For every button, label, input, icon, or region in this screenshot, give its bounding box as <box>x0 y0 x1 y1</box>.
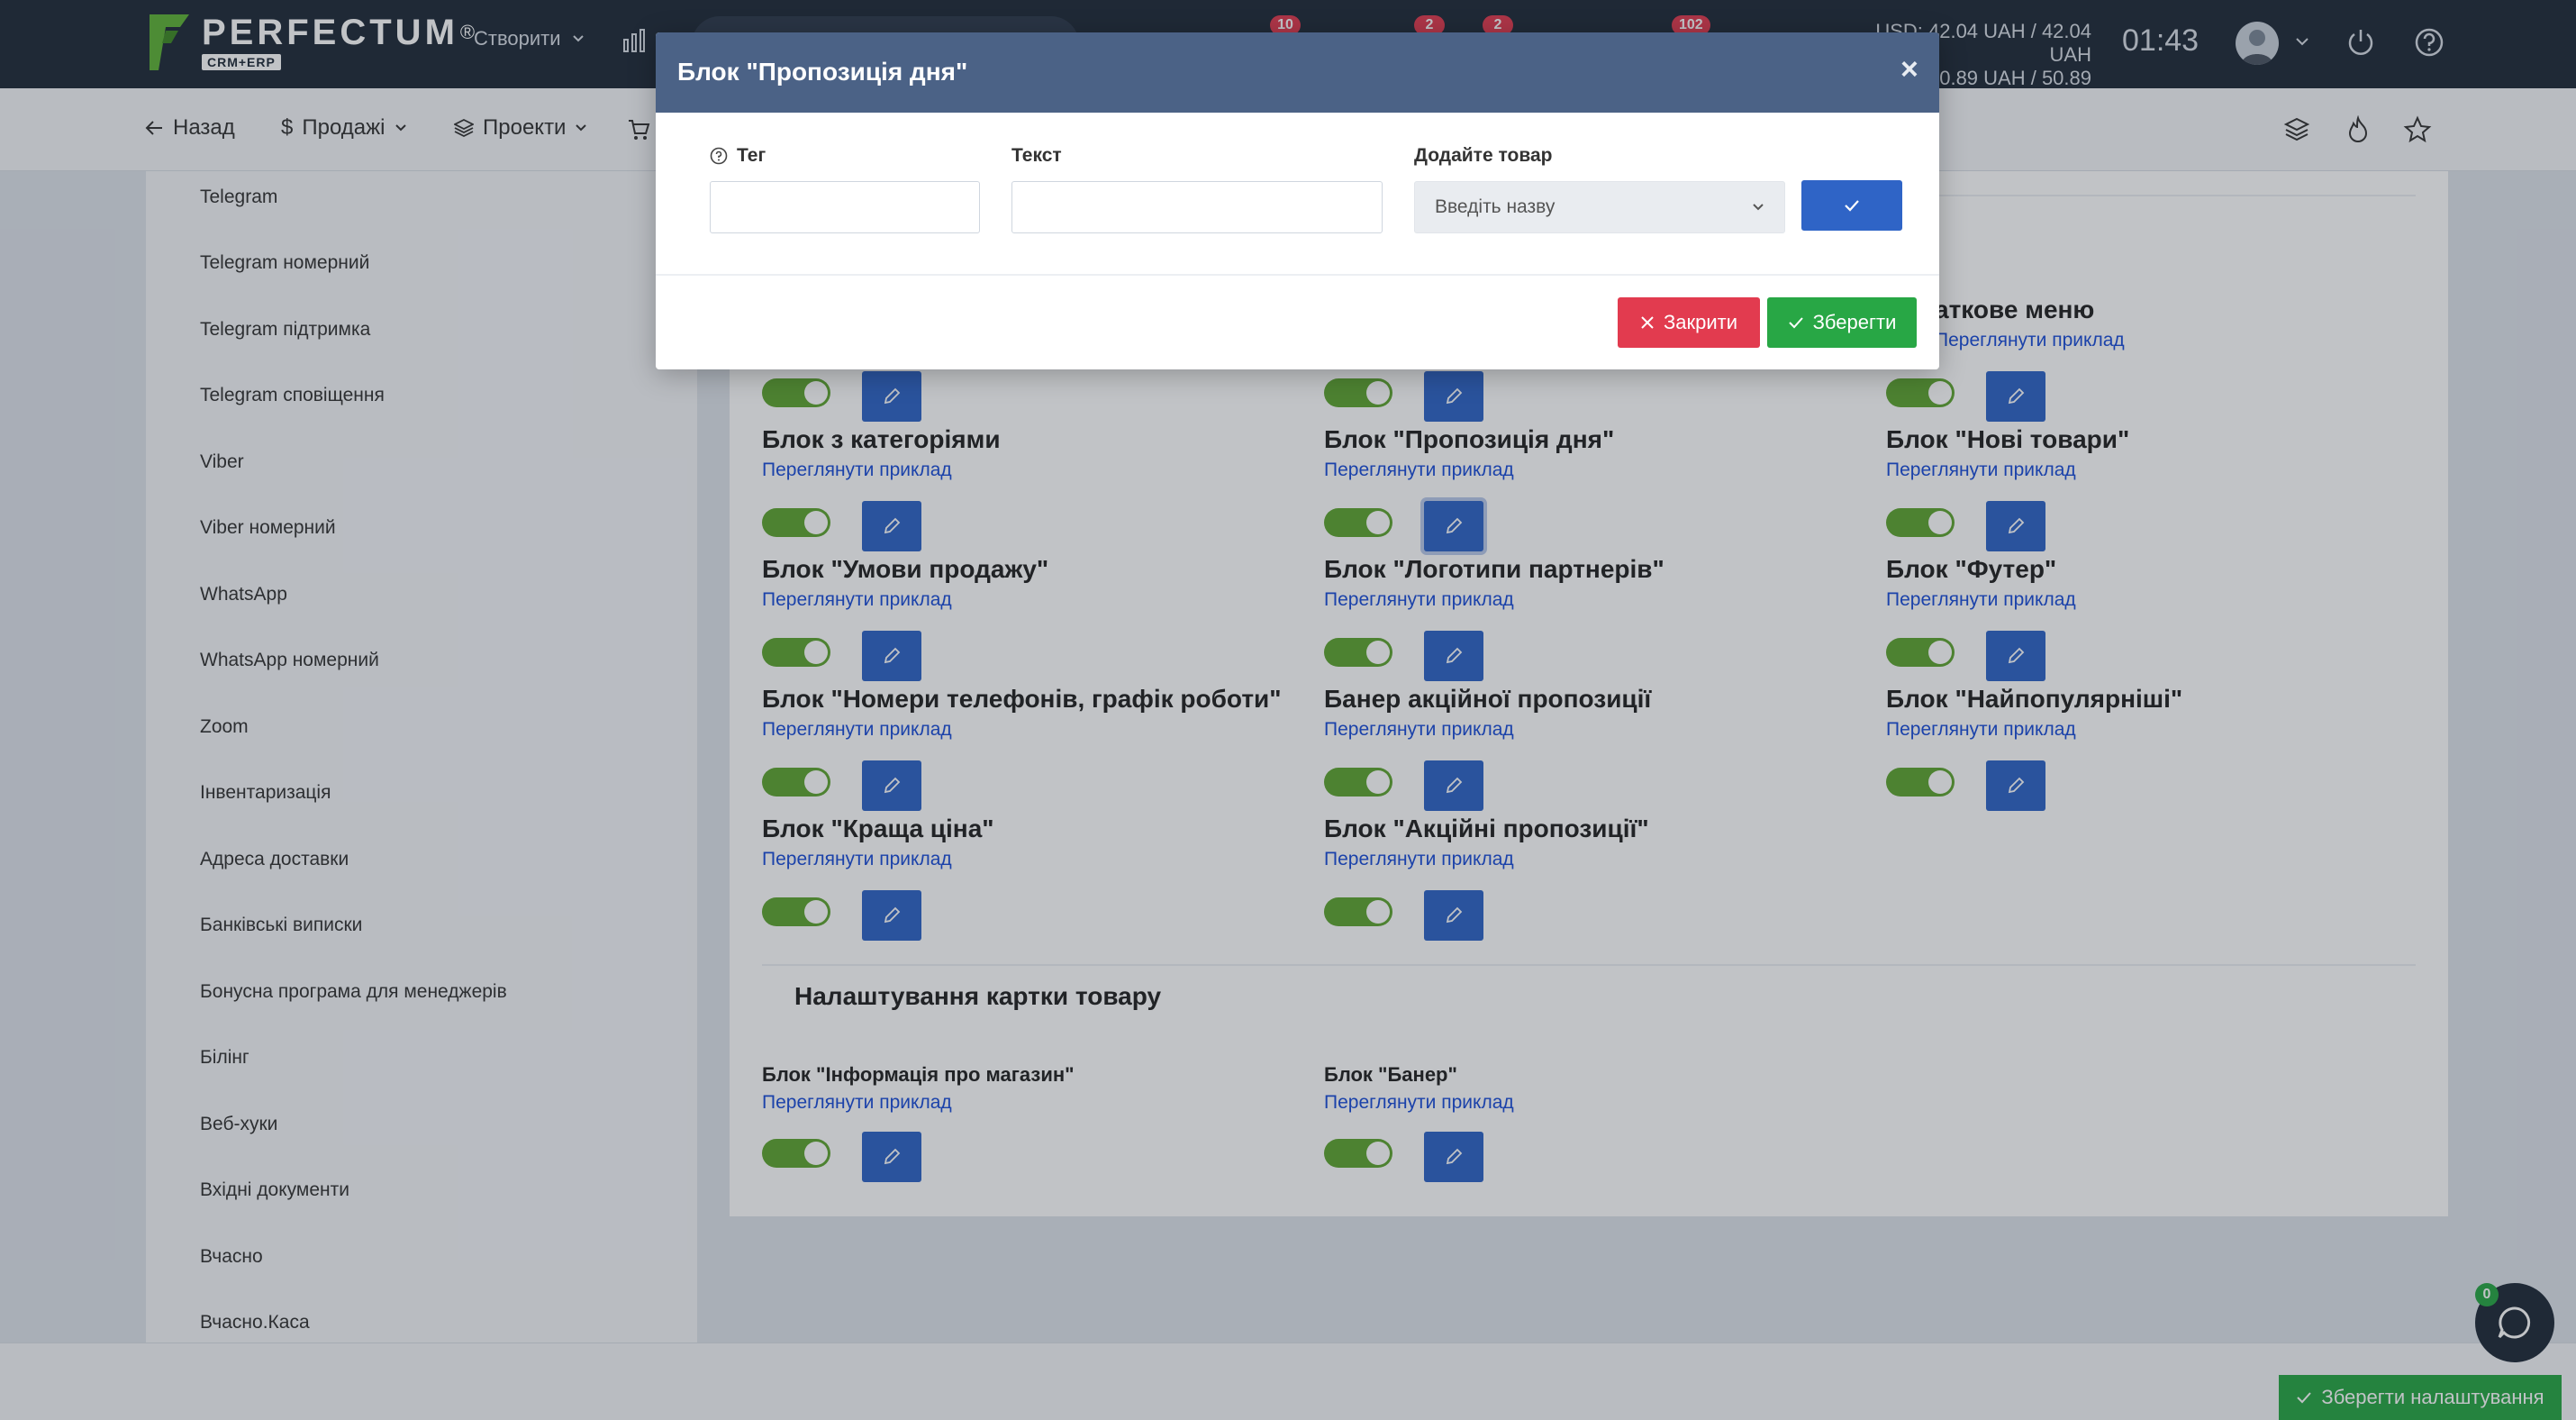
text-input[interactable] <box>1011 181 1383 233</box>
close-button-label: Закрити <box>1663 311 1738 333</box>
product-select-placeholder: Введіть назву <box>1435 196 1556 217</box>
confirm-product-button[interactable] <box>1801 180 1902 231</box>
tag-input[interactable] <box>710 181 980 233</box>
check-icon <box>1845 200 1859 212</box>
add-product-field-label: Додайте товар <box>1414 145 1552 167</box>
text-field-label: Текст <box>1011 145 1062 167</box>
save-button-label: Зберегти <box>1812 311 1897 333</box>
close-button[interactable]: Закрити <box>1618 297 1760 348</box>
text-label: Текст <box>1011 145 1062 166</box>
chevron-down-icon <box>1753 204 1764 211</box>
close-icon[interactable]: × <box>1900 54 1918 85</box>
save-button[interactable]: Зберегти <box>1767 297 1917 348</box>
tag-field-label: Тег <box>710 145 766 167</box>
divider <box>656 274 1939 276</box>
deal-of-day-modal: Блок "Пропозиція дня" × Тег Текст Додайт… <box>656 32 1939 369</box>
product-select[interactable]: Введіть назву <box>1414 181 1785 233</box>
add-product-label: Додайте товар <box>1414 145 1553 166</box>
question-circle-icon[interactable] <box>710 147 728 165</box>
modal-title: Блок "Пропозиція дня" <box>677 58 968 86</box>
modal-header: Блок "Пропозиція дня" × <box>656 32 1939 113</box>
tag-label: Тег <box>737 145 766 166</box>
close-icon <box>1641 316 1654 329</box>
check-icon <box>1788 317 1803 329</box>
